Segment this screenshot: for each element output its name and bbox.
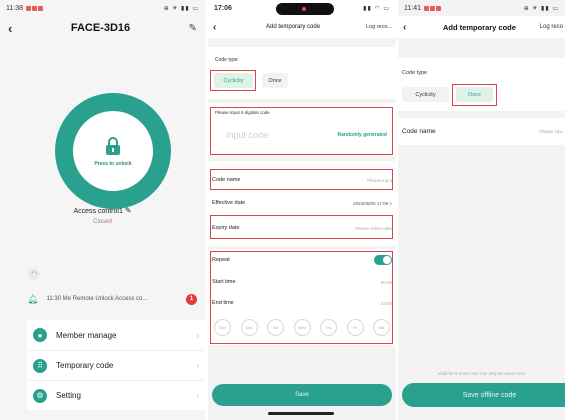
edit-icon[interactable]: ✎ <box>189 23 197 34</box>
unlock-button-face: Press to unlock <box>73 111 153 191</box>
status-icons: ⊕ ✈ ▮▮ ▭ <box>523 5 559 12</box>
notification-dots <box>424 5 441 11</box>
back-icon[interactable]: ‹ <box>403 22 415 33</box>
status-time: 11:41 <box>404 4 421 12</box>
status-time: 11:38 <box>6 4 23 12</box>
highlight-cyclicity <box>210 70 256 91</box>
device-home-screen: 11:38 ⊕ ✈ ▮▮ ▭ ‹ FACE-3D16 ✎ Press to un… <box>0 0 205 420</box>
header: ‹ Add temporary code Log reco <box>398 16 565 38</box>
chevron-right-icon: › <box>196 361 199 370</box>
menu-list: ● Member manage › ⠿ Temporary code › ⚙ S… <box>27 320 205 410</box>
status-icons: ▮▮ ◠ ▭ <box>363 5 390 12</box>
highlight-once <box>452 84 497 106</box>
code-name-card: Code name Please inpu <box>398 118 565 145</box>
unlock-button[interactable]: Press to unlock <box>55 93 171 209</box>
menu-item-label: Member manage <box>56 330 117 340</box>
code-name-row[interactable]: Code name Please inpu <box>402 123 563 139</box>
keypad-icon: ⠿ <box>33 358 47 373</box>
status-time: 17:06 <box>214 4 232 12</box>
code-name-input[interactable]: Please inpu <box>539 129 563 134</box>
effective-date-label: Effective date <box>212 200 246 206</box>
access-name: Access control1 <box>73 208 123 215</box>
gear-icon: ⚙ <box>33 388 47 403</box>
back-icon[interactable]: ‹ <box>8 21 12 36</box>
code-type-label: Code type <box>402 70 428 76</box>
press-to-unlock-label: Press to unlock <box>94 160 132 167</box>
status-icons: ⊕ ✈ ▮▮ ▭ <box>163 5 199 12</box>
lock-icon <box>106 136 120 155</box>
effective-date-row[interactable]: Effective date 2023/08/05 17:06 > <box>212 195 392 211</box>
once-option[interactable]: Once <box>262 73 288 88</box>
chevron-right-icon: › <box>196 391 199 400</box>
back-icon[interactable]: ‹ <box>213 22 225 33</box>
person-icon: ● <box>33 328 47 342</box>
header: ‹ FACE-3D16 ✎ <box>0 16 205 40</box>
highlight-input-code <box>210 107 393 155</box>
notification-text: 11:30 Me Remote Unlock Access co... <box>46 296 148 302</box>
menu-item-member-manage[interactable]: ● Member manage › <box>27 320 205 350</box>
code-type-label: Code type <box>215 57 238 63</box>
notification-dots <box>26 5 43 11</box>
code-name-label: Code name <box>402 127 436 135</box>
dynamic-island <box>276 3 334 15</box>
status-bar: 11:41 ⊕ ✈ ▮▮ ▭ <box>398 0 565 16</box>
cyclicity-option[interactable]: Cyclicity <box>402 87 449 102</box>
log-records-link[interactable]: Log reco <box>540 24 563 30</box>
highlight-repeat <box>210 251 393 344</box>
notification-badge: 1 <box>186 293 197 305</box>
wifi-icon: ◠ <box>28 268 40 280</box>
access-name-row: Access control1 ✎ <box>0 206 205 215</box>
bell-icon: 🔔︎ <box>27 293 39 304</box>
highlight-expiry-date <box>210 215 393 239</box>
menu-item-setting[interactable]: ⚙ Setting › <box>27 380 205 410</box>
notification-row[interactable]: 🔔︎ 11:30 Me Remote Unlock Access co... 1 <box>27 289 197 309</box>
header: ‹ Add temporary code Log reco... <box>208 16 396 38</box>
chevron-right-icon: › <box>196 330 199 340</box>
add-code-cyclicity-screen: 17:06 ▮▮ ◠ ▭ ‹ Add temporary code Log re… <box>208 0 396 420</box>
home-indicator <box>268 412 334 415</box>
menu-item-label: Setting <box>56 391 81 400</box>
effective-date-value: 2023/08/05 17:06 > <box>353 200 392 206</box>
page-title: Add temporary code <box>266 24 321 30</box>
add-code-once-screen: 11:41 ⊕ ✈ ▮▮ ▭ ‹ Add temporary code Log … <box>398 0 565 420</box>
page-title: FACE-3D16 <box>70 22 131 34</box>
highlight-code-name <box>210 169 393 190</box>
menu-item-temporary-code[interactable]: ⠿ Temporary code › <box>27 350 205 380</box>
save-button[interactable]: Save <box>212 384 392 406</box>
menu-item-label: Temporary code <box>56 361 114 370</box>
offline-code-hint: valid for 6 hours and can only be used o… <box>437 371 526 376</box>
rename-icon[interactable]: ✎ <box>125 206 132 215</box>
page-title: Add temporary code <box>443 22 516 32</box>
status-bar: 11:38 ⊕ ✈ ▮▮ ▭ <box>0 0 205 16</box>
save-offline-code-button[interactable]: Save offline code <box>402 383 565 407</box>
log-records-link[interactable]: Log reco... <box>366 24 392 30</box>
access-status: Closed <box>93 219 112 225</box>
